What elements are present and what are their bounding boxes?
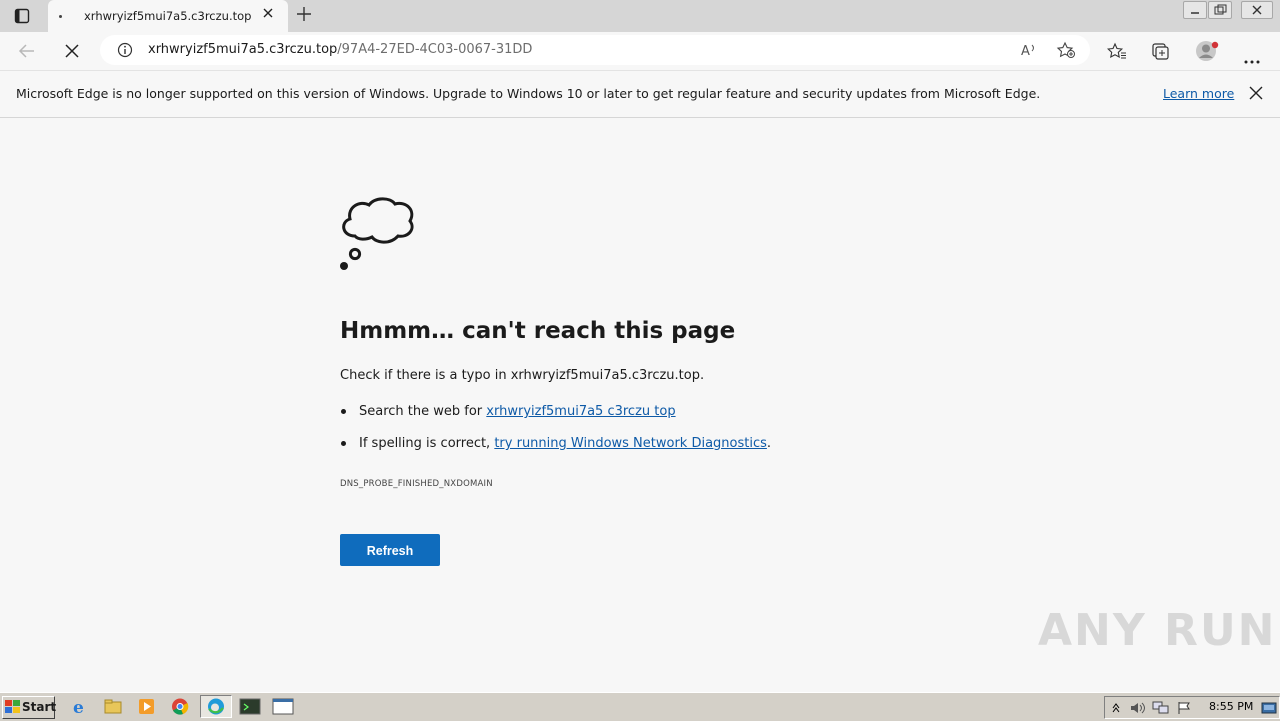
back-icon[interactable] bbox=[18, 43, 36, 63]
search-suggestion: Search the web for xrhwryizf5mui7a5 c3rc… bbox=[359, 404, 676, 419]
diagnostics-suggestion: If spelling is correct, try running Wind… bbox=[359, 436, 771, 451]
search-web-link[interactable]: xrhwryizf5mui7a5 c3rczu top bbox=[486, 404, 675, 419]
refresh-button[interactable]: Refresh bbox=[340, 534, 440, 566]
anyrun-watermark: ANY RUN bbox=[1038, 605, 1277, 656]
typo-hint: Check if there is a typo in xrhwryizf5mu… bbox=[340, 368, 705, 383]
error-code: DNS_PROBE_FINISHED_NXDOMAIN bbox=[340, 479, 493, 489]
network-diagnostics-link[interactable]: try running Windows Network Diagnostics bbox=[494, 436, 767, 451]
network-icon[interactable] bbox=[1152, 700, 1170, 719]
add-favorite-icon[interactable] bbox=[1056, 41, 1076, 63]
read-aloud-icon[interactable]: A bbox=[1020, 42, 1038, 62]
volume-icon[interactable] bbox=[1129, 700, 1147, 719]
learn-more-link[interactable]: Learn more bbox=[1163, 86, 1234, 101]
bullet-icon bbox=[341, 409, 346, 414]
close-window-button[interactable] bbox=[1241, 1, 1273, 19]
action-center-flag-icon[interactable] bbox=[1176, 700, 1192, 719]
show-desktop-icon[interactable] bbox=[1261, 700, 1277, 719]
address-bar[interactable]: xrhwryizf5mui7a5.c3rczu.top/97A4-27ED-4C… bbox=[100, 35, 1090, 65]
thought-cloud-icon bbox=[338, 196, 418, 276]
tab-close-icon[interactable] bbox=[262, 7, 274, 23]
tab-loading-icon bbox=[59, 15, 62, 18]
restore-button[interactable] bbox=[1208, 1, 1232, 19]
stop-loading-icon[interactable] bbox=[64, 43, 80, 63]
new-tab-button[interactable] bbox=[296, 4, 312, 27]
tab-strip: xrhwryizf5mui7a5.c3rczu.top bbox=[0, 0, 1280, 32]
more-options-icon[interactable] bbox=[1244, 49, 1260, 68]
start-label: Start bbox=[22, 700, 57, 714]
tab-actions-icon[interactable] bbox=[14, 8, 30, 28]
site-info-icon[interactable] bbox=[117, 42, 133, 62]
window-icon[interactable] bbox=[270, 697, 296, 716]
chrome-icon[interactable] bbox=[170, 697, 190, 716]
browser-tab[interactable]: xrhwryizf5mui7a5.c3rczu.top bbox=[48, 0, 288, 32]
url-path: /97A4-27ED-4C03-0067-31DD bbox=[337, 42, 533, 57]
system-tray: 8:55 PM bbox=[1104, 696, 1280, 719]
tray-expand-icon[interactable] bbox=[1111, 700, 1121, 719]
refresh-button-label: Refresh bbox=[366, 544, 414, 558]
svg-text:e: e bbox=[73, 698, 84, 716]
media-player-icon[interactable] bbox=[137, 697, 157, 716]
search-suggestion-prefix: Search the web for bbox=[359, 404, 487, 419]
diagnostics-suffix: . bbox=[766, 436, 772, 451]
bullet-icon bbox=[341, 441, 346, 446]
edge-icon[interactable] bbox=[200, 695, 232, 718]
infobar-close-icon[interactable] bbox=[1249, 85, 1263, 104]
windows-logo-icon bbox=[5, 700, 20, 717]
collections-icon[interactable] bbox=[1151, 42, 1169, 64]
minimize-button[interactable] bbox=[1183, 1, 1207, 19]
start-button[interactable]: Start bbox=[2, 696, 57, 719]
favorites-icon[interactable] bbox=[1106, 42, 1127, 64]
tab-title: xrhwryizf5mui7a5.c3rczu.top bbox=[84, 9, 252, 23]
infobar-message: Microsoft Edge is no longer supported on… bbox=[16, 86, 1041, 101]
ie-icon[interactable]: e bbox=[70, 697, 90, 718]
error-heading: Hmmm… can't reach this page bbox=[340, 318, 736, 344]
diagnostics-prefix: If spelling is correct, bbox=[359, 436, 495, 451]
taskbar-clock[interactable]: 8:55 PM bbox=[1209, 700, 1253, 713]
explorer-icon[interactable] bbox=[103, 697, 123, 716]
windows-taskbar: Start e 8:55 PM bbox=[0, 692, 1280, 721]
unsupported-os-infobar: Microsoft Edge is no longer supported on… bbox=[0, 71, 1280, 118]
profile-avatar[interactable] bbox=[1196, 40, 1220, 66]
url-host: xrhwryizf5mui7a5.c3rczu.top bbox=[148, 42, 338, 57]
browser-toolbar: xrhwryizf5mui7a5.c3rczu.top/97A4-27ED-4C… bbox=[0, 32, 1280, 71]
svg-text:A: A bbox=[1021, 44, 1030, 58]
url-text[interactable]: xrhwryizf5mui7a5.c3rczu.top/97A4-27ED-4C… bbox=[148, 42, 532, 57]
terminal-icon[interactable] bbox=[237, 697, 263, 716]
